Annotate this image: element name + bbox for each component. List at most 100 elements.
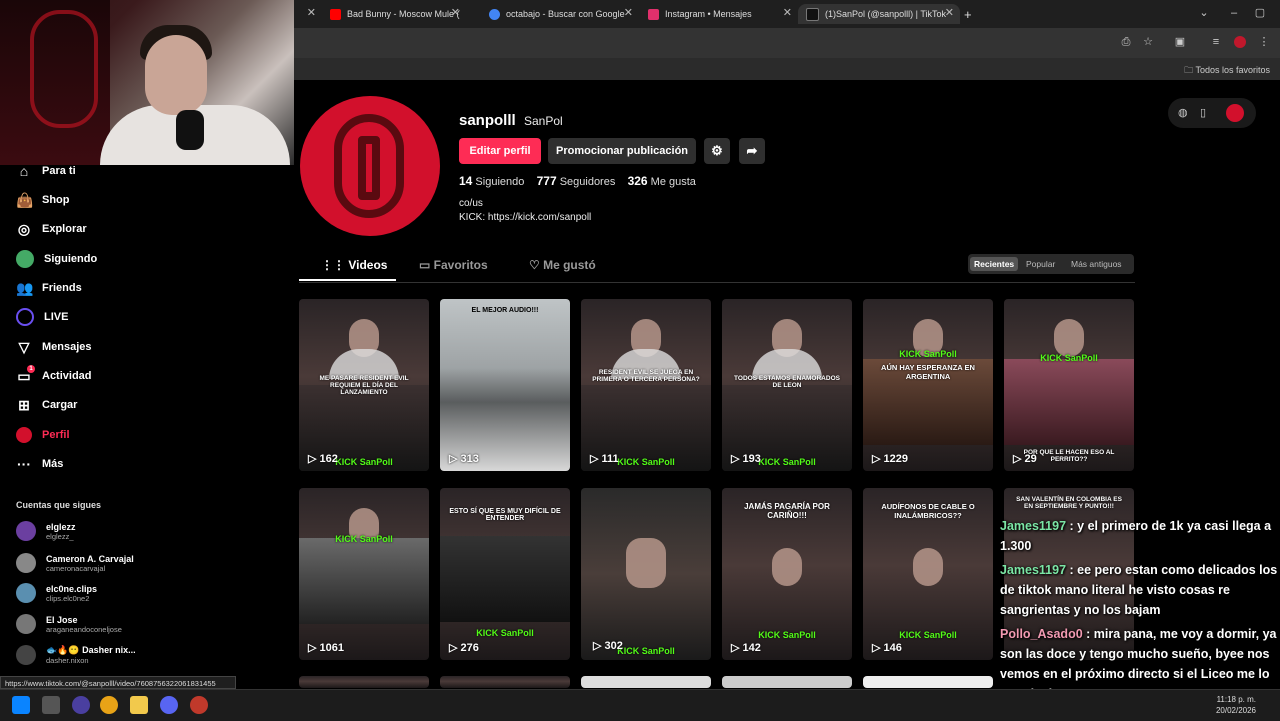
sidebar-item-cargar[interactable]: ⊞ Cargar — [16, 394, 77, 416]
sidebar-item-para-ti[interactable]: ⌂ Para ti — [16, 160, 76, 182]
close-icon[interactable]: ✕ — [451, 6, 460, 19]
file-explorer-icon[interactable] — [130, 696, 148, 714]
task-view-icon[interactable] — [42, 696, 60, 714]
following-title: Cuentas que sigues — [16, 500, 102, 510]
sidebar-item-shop[interactable]: 👜 Shop — [16, 189, 70, 211]
new-tab-button[interactable]: + — [964, 4, 976, 24]
app-icon[interactable] — [72, 696, 90, 714]
windows-start-icon[interactable] — [12, 696, 30, 714]
tab-google[interactable]: octabajo - Buscar con Google ✕ — [489, 4, 633, 24]
bio-link[interactable]: KICK: https://kick.com/sanpoll — [459, 211, 591, 225]
following-account[interactable]: 🐟🔥😶 Dasher nix... dasher.nixon — [16, 642, 136, 668]
avatar — [16, 614, 36, 634]
edit-profile-button[interactable]: Editar perfil — [459, 138, 541, 164]
profile-avatar-icon[interactable] — [1234, 36, 1246, 48]
following-account[interactable]: El Jose araganeandoconeljose — [16, 611, 122, 637]
user-avatar-icon[interactable] — [1226, 104, 1244, 122]
tab-favorites[interactable]: ▭ Favoritos — [419, 258, 488, 272]
close-icon[interactable]: ✕ — [624, 6, 633, 19]
all-bookmarks[interactable]: 🗀 Todos los favoritos — [1184, 63, 1270, 79]
top-right-controls: ◍ ▯ — [1168, 98, 1256, 128]
media-icon[interactable]: ≡ — [1210, 36, 1222, 48]
sidebar-item-mensajes[interactable]: ▽ Mensajes — [16, 336, 92, 358]
promote-post-button[interactable]: Promocionar publicación — [548, 138, 696, 164]
sidebar-item-friends[interactable]: 👥 Friends — [16, 277, 82, 299]
video-card[interactable] — [863, 676, 993, 688]
app-icon[interactable] — [190, 696, 208, 714]
sidebar-item-explorar[interactable]: ◎ Explorar — [16, 218, 87, 240]
video-card[interactable] — [440, 676, 570, 688]
sidebar-item-mas[interactable]: ··· Más — [16, 453, 63, 475]
sort-oldest[interactable]: Más antiguos — [1067, 257, 1126, 271]
sidebar-item-live[interactable]: LIVE — [16, 306, 68, 328]
view-count: ▷ 29 — [1013, 453, 1037, 465]
view-count: ▷ 302 — [593, 640, 623, 652]
close-icon[interactable]: ✕ — [307, 6, 316, 19]
tab-search-icon[interactable]: ⌄ — [1198, 7, 1210, 19]
tab-partial[interactable]: ✕ — [294, 4, 316, 24]
install-icon[interactable]: ⎙ — [1120, 36, 1132, 48]
extensions-icon[interactable]: ▣ — [1174, 36, 1186, 48]
bag-icon: 👜 — [16, 192, 34, 208]
video-card[interactable] — [299, 676, 429, 688]
sidebar: ⌂ Para ti 👜 Shop ◎ Explorar Siguiendo 👥 Frie… — [0, 163, 294, 685]
view-count: ▷ 1229 — [872, 453, 908, 465]
view-count: ▷ 111 — [590, 453, 619, 465]
sort-popular[interactable]: Popular — [1022, 257, 1059, 271]
coin-icon[interactable]: ◍ — [1178, 106, 1188, 119]
maximize-icon[interactable]: ▢ — [1254, 7, 1266, 19]
likes-count: 326 — [627, 174, 648, 188]
settings-icon[interactable]: ⚙ — [704, 138, 730, 164]
home-icon: ⌂ — [19, 163, 29, 179]
compass-icon: ◎ — [17, 221, 31, 237]
video-card[interactable]: Jamás pagaría por cariño!!! KICK SanPoll ▷… — [722, 488, 852, 660]
video-card[interactable]: Audífonos de cable o inalámbricos?? KICK … — [863, 488, 993, 660]
video-card[interactable] — [581, 676, 711, 688]
tiktok-icon — [806, 7, 819, 21]
following-account[interactable]: Cameron A. Carvajal cameronacarvajal — [16, 550, 134, 576]
tab-videos[interactable]: ⋮⋮ Videos — [321, 258, 387, 272]
device-icon[interactable]: ▯ — [1200, 106, 1206, 119]
video-card[interactable]: KICK SanPoll Aún hay esperanza en Argenti… — [863, 299, 993, 471]
chrome-icon[interactable] — [100, 696, 118, 714]
close-icon[interactable]: ✕ — [783, 6, 792, 19]
notification-badge: 1 — [27, 365, 35, 373]
friends-icon: 👥 — [16, 280, 34, 296]
more-icon: ··· — [17, 456, 31, 472]
video-card[interactable]: KICK SanPoll Por que le hacen eso al perr… — [1004, 299, 1134, 471]
sidebar-item-siguiendo[interactable]: Siguiendo — [16, 248, 97, 270]
sidebar-item-perfil[interactable]: Perfil — [16, 424, 70, 446]
avatar — [16, 521, 36, 541]
bookmark-star-icon[interactable]: ☆ — [1142, 36, 1154, 48]
view-count: ▷ 313 — [449, 453, 479, 465]
chat-message: James1197 : y el primero de 1k ya casi l… — [1000, 519, 1272, 553]
discord-icon[interactable] — [160, 696, 178, 714]
video-card[interactable]: KICK SanPoll ▷ 1061 — [299, 488, 429, 660]
view-count: ▷ 276 — [449, 642, 479, 654]
menu-icon[interactable]: ⋮ — [1258, 36, 1270, 48]
profile-avatar[interactable] — [300, 96, 440, 236]
folder-icon: 🗀 — [1184, 65, 1196, 75]
video-card[interactable] — [722, 676, 852, 688]
following-account[interactable]: elc0ne.clips clips.elc0ne2 — [16, 580, 97, 606]
video-card[interactable]: KICK SanPoll ▷ 302 — [581, 488, 711, 660]
following-account[interactable]: elglezz elglezz_ — [16, 518, 76, 544]
video-card[interactable]: Esto sí que es muy difícil de entender KI… — [440, 488, 570, 660]
minimize-icon[interactable]: – — [1228, 7, 1240, 19]
share-icon[interactable]: ➦ — [739, 138, 765, 164]
tab-title: (1)SanPol (@sanpolll) | TikTok — [825, 9, 947, 19]
profile-username: sanpolll — [459, 112, 516, 129]
tab-instagram[interactable]: Instagram • Mensajes ✕ — [648, 4, 792, 24]
video-card[interactable]: El mejor audio!!! ▷ 313 — [440, 299, 570, 471]
sidebar-item-actividad[interactable]: ▭ 1 Actividad — [16, 365, 92, 387]
tab-youtube[interactable]: Bad Bunny - Moscow Mule (Vid ✕ — [330, 4, 460, 24]
tab-tiktok[interactable]: (1)SanPol (@sanpolll) | TikTok ✕ — [798, 4, 960, 24]
close-icon[interactable]: ✕ — [945, 6, 954, 19]
video-card[interactable]: Me pasare Resident Evil Requiem el día d… — [299, 299, 429, 471]
video-card[interactable]: Resident Evil se juega en primera o terc… — [581, 299, 711, 471]
avatar — [16, 645, 36, 665]
sort-recent[interactable]: Recientes — [970, 257, 1019, 271]
tab-liked[interactable]: ♡ Me gustó — [529, 258, 596, 272]
video-card[interactable]: Todos estamos enamorados de Leon KICK San… — [722, 299, 852, 471]
system-clock[interactable]: 11:18 p. m. 20/02/2026 — [1216, 694, 1256, 716]
